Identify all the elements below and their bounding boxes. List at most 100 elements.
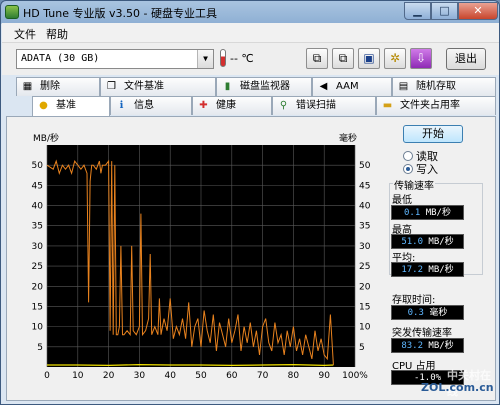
bulb-icon: ●: [39, 100, 48, 111]
temperature-readout: -- ℃: [230, 52, 254, 65]
transfer-rate-title: 传输速率: [393, 177, 435, 192]
tab-random-access[interactable]: ▤ 随机存取: [392, 77, 496, 96]
burst-number: 83.2: [401, 341, 423, 351]
copy-all-button[interactable]: ⧉: [332, 48, 354, 69]
copy-button[interactable]: ⧉: [306, 48, 328, 69]
y-right-tick-label: 15: [359, 302, 370, 312]
magnifier-icon: ⚲: [279, 100, 288, 111]
title-bar[interactable]: HD Tune 专业版 v3.50 - 硬盘专业工具 ▁ □ ✕: [1, 1, 499, 23]
save-icon: ▣: [363, 51, 375, 65]
tab-health[interactable]: ✚ 健康: [192, 96, 272, 115]
exit-button[interactable]: 退出: [446, 48, 486, 70]
avg-value: 17.2 MB/秒: [391, 262, 464, 277]
benchmark-chart: 0 10 20 30 40 50 60 70 80 90 100% 5 5 10 10 15 15 20 20 25 2…: [17, 125, 379, 381]
y-right-tick-label: 25: [359, 262, 370, 272]
access-number: 0.3: [407, 308, 424, 318]
x-tick-label: 90: [318, 371, 330, 381]
menu-file[interactable]: 文件: [14, 26, 36, 42]
copy-all-icon: ⧉: [338, 51, 348, 65]
max-value: 51.0 MB/秒: [391, 234, 464, 249]
tab-aam[interactable]: ◀ AAM: [312, 77, 392, 96]
close-button[interactable]: ✕: [458, 2, 498, 20]
drive-select[interactable]: ADATA (30 GB) ▼: [16, 49, 214, 69]
folder-icon: ▬: [382, 100, 393, 111]
avg-number: 17.2: [401, 265, 423, 275]
y-right-tick-label: 45: [359, 181, 370, 191]
options-button[interactable]: ✲: [384, 48, 406, 69]
random-access-icon: ▤: [398, 81, 409, 92]
menu-bar: 文件 帮助: [2, 23, 499, 43]
burst-unit: MB/秒: [428, 341, 454, 351]
tab-label: 文件夹占用率: [400, 100, 460, 111]
max-number: 51.0: [401, 237, 423, 247]
tab-erase[interactable]: ▦ 删除: [16, 77, 100, 96]
y-right-tick-label: 35: [359, 222, 370, 232]
file-benchmark-icon: ❒: [107, 81, 116, 92]
tab-label: 磁盘监视器: [240, 81, 290, 92]
start-button[interactable]: 开始: [403, 125, 463, 143]
access-time-value: 0.3 毫秒: [391, 305, 464, 320]
disk-monitor-icon: ▮: [224, 81, 231, 92]
chevron-down-icon[interactable]: ▼: [197, 50, 213, 68]
y-left-tick-label: 10: [32, 323, 44, 333]
x-tick-label: 20: [103, 371, 115, 381]
drive-select-value: ADATA (30 GB): [21, 53, 100, 64]
y-left-tick-label: 50: [32, 161, 44, 171]
options-icon: ✲: [389, 51, 401, 65]
x-tick-label: 100%: [342, 371, 368, 381]
access-time-label: 存取时间:: [392, 295, 436, 306]
x-tick-label: 0: [44, 371, 50, 381]
tab-info[interactable]: ℹ 信息: [110, 96, 192, 115]
tab-strip: ▦ 删除 ❒ 文件基准 ▮ 磁盘监视器 ◀ AAM ▤ 随机存取 ● 基准 ℹ 信息 ✚ 健康 …: [2, 77, 499, 117]
burst-rate-value: 83.2 MB/秒: [391, 338, 464, 353]
tab-benchmark[interactable]: ● 基准: [32, 96, 110, 117]
toolbar: ADATA (30 GB) ▼ -- ℃ ⧉ ⧉ ▣ ✲ ⇩ 退出: [2, 43, 499, 75]
x-tick-label: 70: [257, 371, 269, 381]
watermark-logo: 中关村在线 ZOL.com.cn: [401, 365, 494, 398]
tab-error-scan[interactable]: ⚲ 错误扫描: [272, 96, 376, 115]
write-radio[interactable]: 写入: [403, 161, 438, 177]
x-tick-label: 50: [195, 371, 207, 381]
screenshot-button[interactable]: ⇩: [410, 48, 432, 69]
save-button[interactable]: ▣: [358, 48, 380, 69]
x-tick-label: 10: [72, 371, 84, 381]
tab-label: 信息: [134, 100, 154, 111]
y-left-tick-label: 30: [32, 242, 44, 252]
copy-icon: ⧉: [312, 51, 322, 65]
x-tick-label: 60: [226, 371, 238, 381]
tab-label: 健康: [216, 100, 236, 111]
access-unit: 毫秒: [429, 308, 448, 318]
window-title: HD Tune 专业版 v3.50 - 硬盘专业工具: [23, 7, 217, 20]
y-right-tick-label: 30: [359, 242, 371, 252]
x-tick-label: 30: [134, 371, 146, 381]
app-icon: [5, 5, 19, 19]
y-right-tick-label: 40: [359, 202, 371, 212]
tab-label: 错误扫描: [296, 100, 336, 111]
radio-dot: [403, 151, 413, 161]
y-left-tick-label: 45: [32, 181, 43, 191]
info-icon: ℹ: [119, 100, 124, 111]
screenshot-icon: ⇩: [415, 51, 427, 65]
y-right-tick-label: 20: [359, 282, 371, 292]
y-right-tick-label: 10: [359, 323, 371, 333]
min-unit: MB/秒: [425, 208, 451, 218]
watermark-url: ZOL.com.cn: [421, 381, 494, 394]
tab-folder-usage[interactable]: ▬ 文件夹占用率: [376, 96, 496, 115]
tab-label: 基准: [56, 100, 76, 111]
tab-disk-monitor[interactable]: ▮ 磁盘监视器: [216, 77, 312, 96]
write-label: 写入: [416, 163, 438, 176]
tab-file-benchmark[interactable]: ❒ 文件基准: [100, 77, 216, 96]
maximize-button[interactable]: □: [431, 2, 458, 20]
minimize-button[interactable]: ▁: [404, 2, 431, 20]
thermometer-icon: [220, 49, 226, 67]
tab-label: AAM: [336, 81, 359, 92]
tab-label: 文件基准: [124, 81, 164, 92]
health-icon: ✚: [199, 100, 208, 111]
avg-unit: MB/秒: [428, 265, 454, 275]
menu-help[interactable]: 帮助: [46, 26, 68, 42]
speaker-icon: ◀: [319, 81, 328, 92]
y-left-tick-label: 35: [32, 222, 43, 232]
app-window: HD Tune 专业版 v3.50 - 硬盘专业工具 ▁ □ ✕ 文件 帮助 A…: [0, 0, 500, 405]
y-right-axis-label: 毫秒: [339, 132, 357, 144]
radio-dot-checked: [403, 164, 413, 174]
